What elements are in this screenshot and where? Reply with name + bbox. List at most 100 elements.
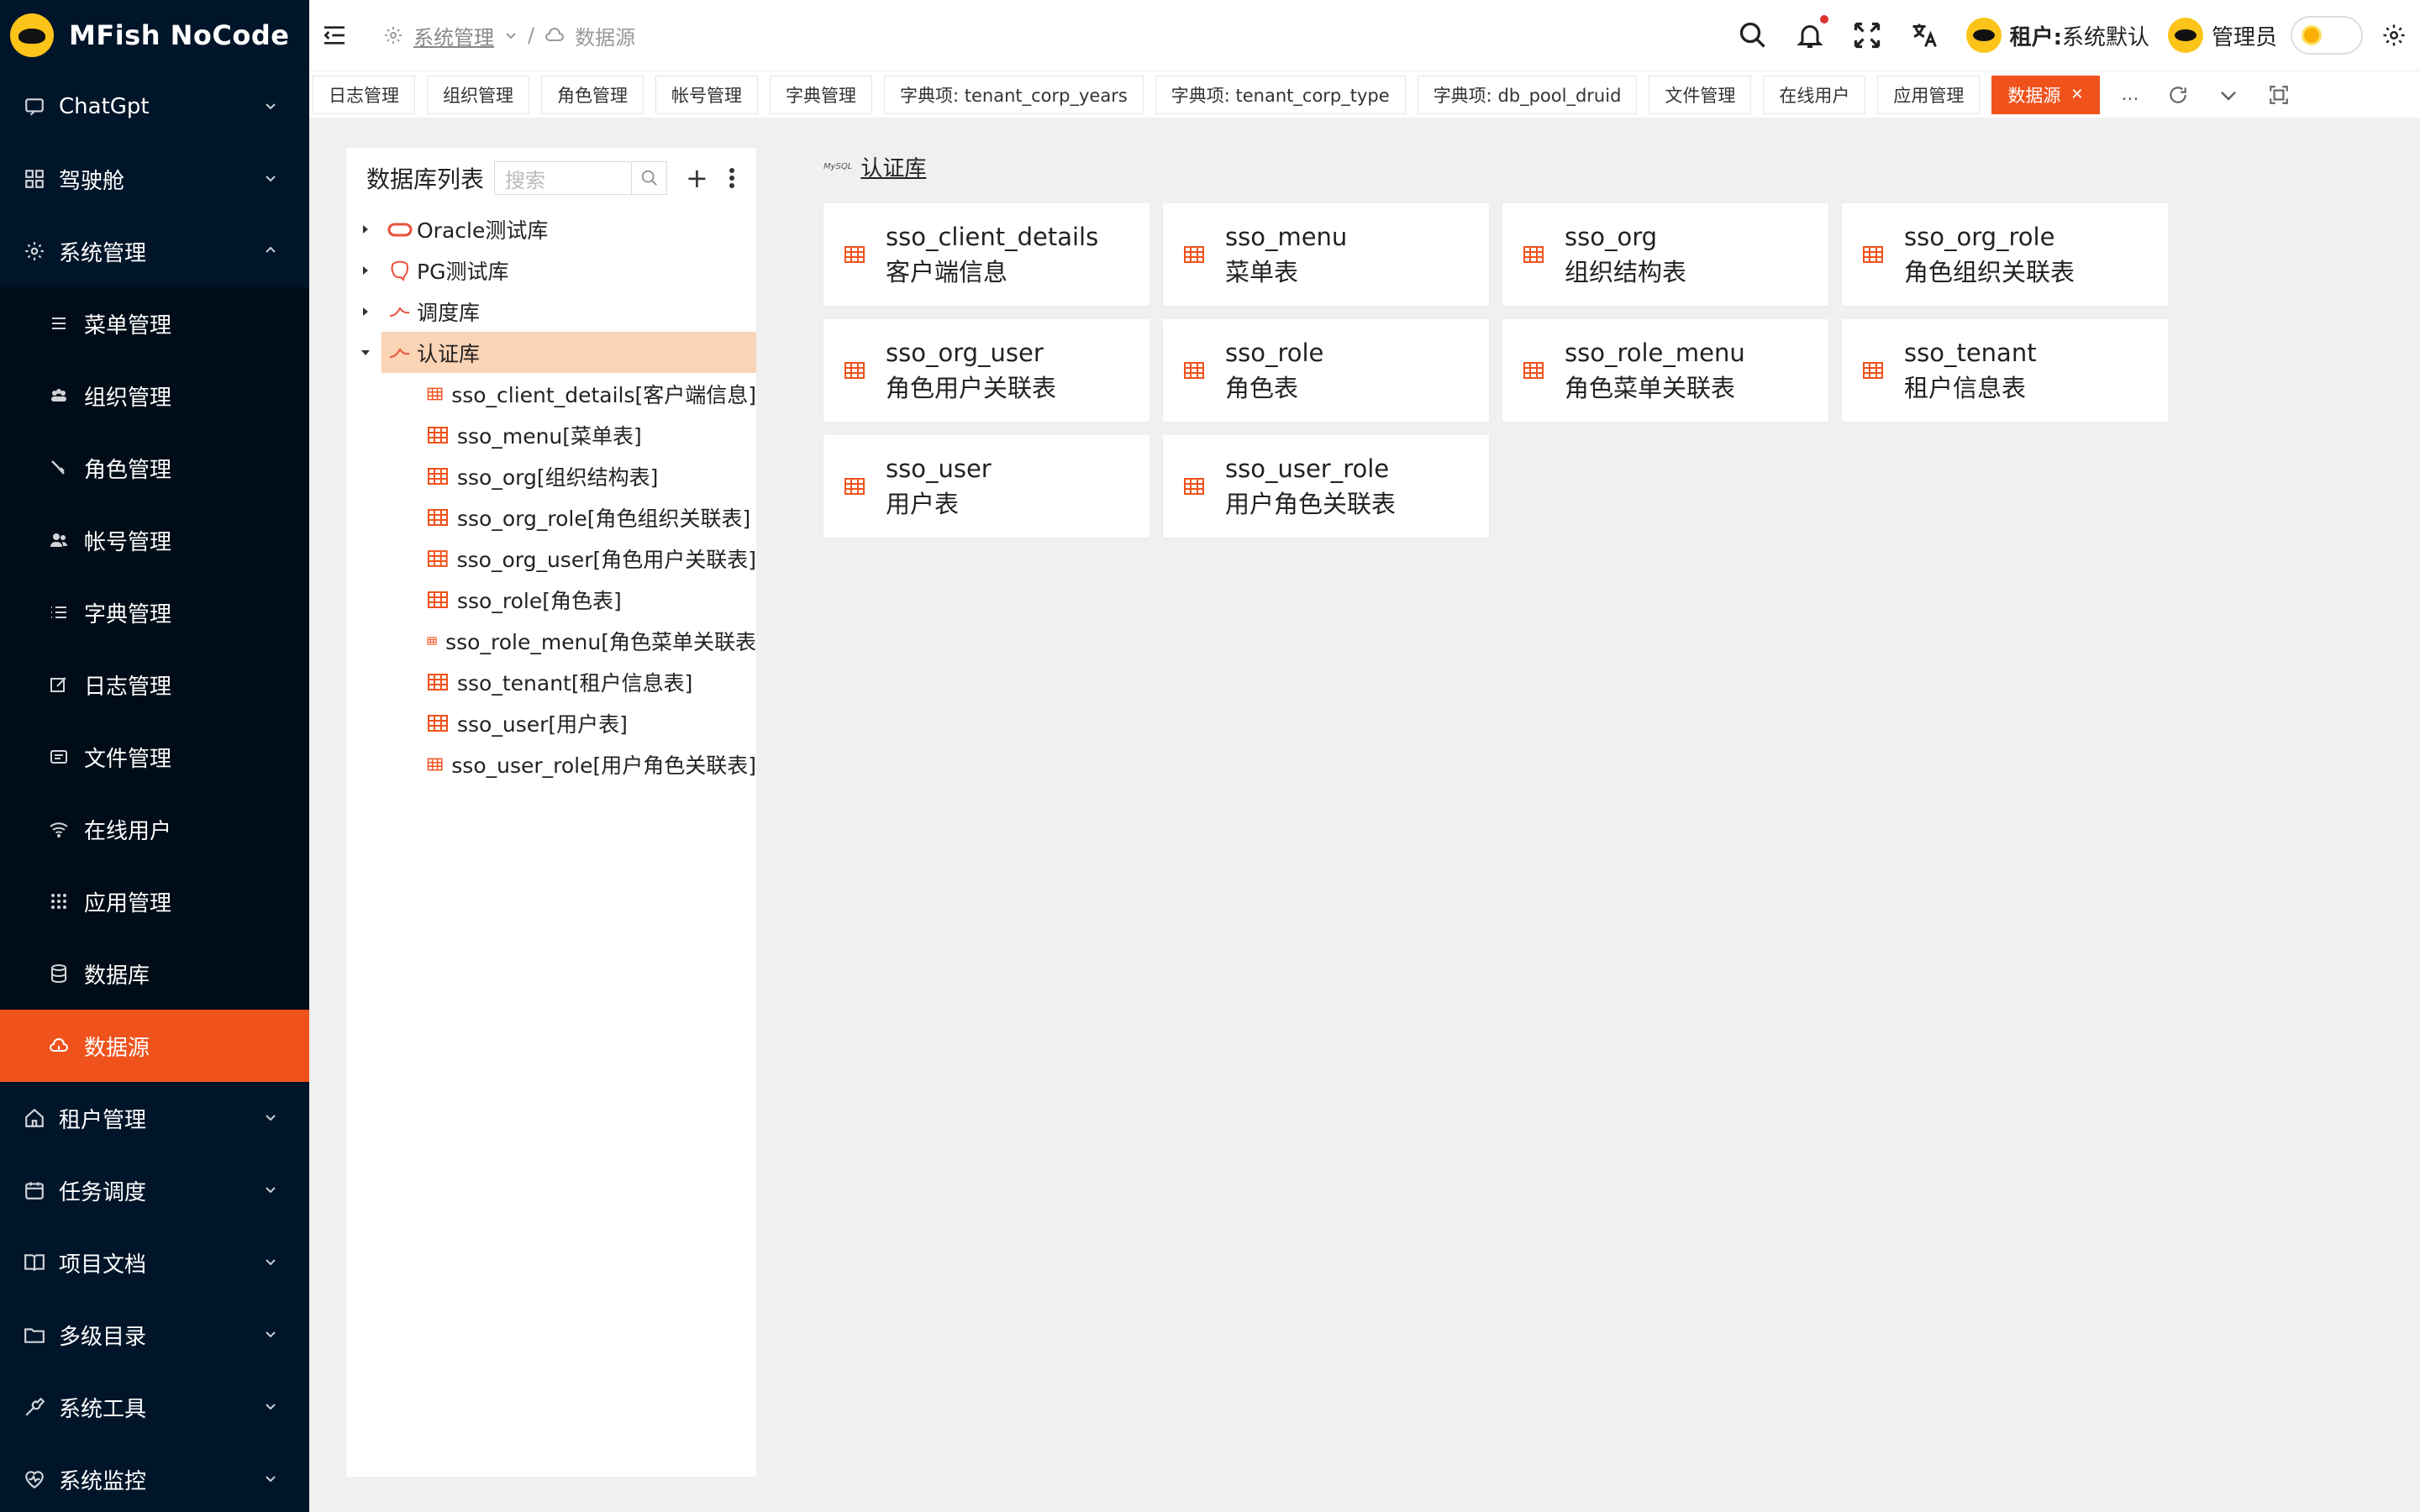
sidebar-item-app-management[interactable]: 应用管理 [0, 865, 309, 937]
table-card[interactable]: sso_menu 菜单表 [1163, 203, 1489, 306]
tab-online-users[interactable]: 在线用户 [1763, 75, 1866, 114]
chevron-down-icon[interactable] [504, 29, 518, 42]
add-database-button[interactable]: + [686, 162, 708, 194]
notification-button[interactable] [1795, 15, 1828, 50]
table-icon [428, 508, 448, 526]
sidebar-item-system-management[interactable]: 系统管理 [0, 215, 309, 287]
tree-node-table[interactable]: sso_role[角色表] [346, 579, 756, 620]
tab-org-management[interactable]: 组织管理 [427, 75, 529, 114]
sidebar-item-tenant-management[interactable]: 租户管理 [0, 1082, 309, 1154]
tree-node-table[interactable]: sso_org[组织结构表] [346, 455, 756, 496]
table-card-desc: 组织结构表 [1565, 258, 1687, 286]
tab-dict-db-pool[interactable]: 字典项: db_pool_druid [1417, 75, 1638, 114]
tabs-more-button[interactable]: ... [2122, 84, 2139, 105]
tree-node-table[interactable]: sso_client_details[客户端信息] [346, 373, 756, 414]
table-card[interactable]: sso_role_menu 角色菜单关联表 [1502, 319, 1828, 422]
tab-dict-corp-type[interactable]: 字典项: tenant_corp_type [1155, 75, 1406, 114]
tree-node-scheduler-db[interactable]: 调度库 [346, 291, 756, 332]
tree-node-label: sso_menu[菜单表] [457, 423, 642, 449]
sidebar-item-log-management[interactable]: 日志管理 [0, 648, 309, 721]
tab-dict-corp-years[interactable]: 字典项: tenant_corp_years [884, 75, 1144, 114]
caret-right-icon[interactable] [360, 306, 371, 318]
more-vertical-icon[interactable] [729, 167, 735, 189]
tree-node-table[interactable]: sso_tenant[租户信息表] [346, 661, 756, 702]
table-card[interactable]: sso_role 角色表 [1163, 319, 1489, 422]
tree-node-auth-db[interactable]: 认证库 [361, 332, 756, 373]
table-card[interactable]: sso_user 用户表 [823, 435, 1150, 538]
tree-node-table[interactable]: sso_role_menu[角色菜单关联表 [346, 620, 756, 661]
tree-node-table[interactable]: sso_org_role[角色组织关联表] [346, 496, 756, 538]
search-input[interactable]: 搜索 [494, 161, 633, 195]
caret-down-icon[interactable] [360, 347, 371, 359]
sidebar-item-menu-management[interactable]: 菜单管理 [0, 287, 309, 360]
tree-node-table[interactable]: sso_user[用户表] [346, 702, 756, 743]
table-card-grid: sso_client_details 客户端信息 sso_menu 菜单表 sso_or… [823, 203, 2168, 538]
caret-right-icon[interactable] [360, 265, 371, 276]
close-icon[interactable]: ✕ [2070, 86, 2083, 103]
mysql-icon [389, 347, 410, 358]
breadcrumb-parent[interactable]: 系统管理 [413, 21, 494, 50]
settings-gear-icon[interactable] [2381, 23, 2407, 48]
datasource-title[interactable]: 认证库 [860, 151, 926, 182]
table-card[interactable]: sso_org 组织结构表 [1502, 203, 1828, 306]
sidebar-item-task-scheduling[interactable]: 任务调度 [0, 1154, 309, 1226]
table-icon [1523, 362, 1544, 379]
sidebar-item-system-tools[interactable]: 系统工具 [0, 1371, 309, 1443]
sidebar-item-file-management[interactable]: 文件管理 [0, 721, 309, 793]
sidebar-item-cockpit[interactable]: 驾驶舱 [0, 143, 309, 215]
apps-icon [51, 894, 66, 909]
tab-file-management[interactable]: 文件管理 [1649, 75, 1752, 114]
search-button[interactable] [632, 161, 668, 195]
app-logo[interactable]: MFish NoCode [0, 0, 309, 71]
tab-account-management[interactable]: 帐号管理 [655, 75, 758, 114]
tree-node-label: Oracle测试库 [417, 218, 549, 243]
sidebar-item-datasource[interactable]: 数据源 [0, 1010, 309, 1082]
fullscreen-icon[interactable] [1852, 20, 1882, 50]
tab-log-management[interactable]: 日志管理 [313, 75, 415, 114]
tab-app-management[interactable]: 应用管理 [1877, 75, 1981, 114]
tenant-info[interactable]: 租户:系统默认 [2010, 20, 2149, 51]
table-card[interactable]: sso_user_role 用户角色关联表 [1163, 435, 1489, 538]
mysql-logo-icon: MySQL [823, 162, 853, 171]
sidebar-item-account-management[interactable]: 帐号管理 [0, 504, 309, 576]
tree-node-table[interactable]: sso_org_user[角色用户关联表] [346, 538, 756, 579]
tab-label: 字典管理 [786, 85, 856, 106]
table-card[interactable]: sso_client_details 客户端信息 [823, 203, 1150, 306]
tree-node-table[interactable]: sso_user_role[用户角色关联表] [346, 743, 756, 785]
search-icon[interactable] [1738, 20, 1768, 50]
tree-node-oracle[interactable]: Oracle测试库 [346, 208, 756, 249]
tab-datasource[interactable]: 数据源 ✕ [1991, 75, 2100, 114]
sidebar-item-org-management[interactable]: 组织管理 [0, 360, 309, 432]
tab-role-management[interactable]: 角色管理 [541, 75, 644, 114]
caret-right-icon[interactable] [360, 223, 371, 235]
oracle-icon [387, 223, 413, 236]
maximize-icon[interactable] [2268, 84, 2290, 106]
theme-toggle[interactable] [2291, 16, 2363, 55]
tenant-value: 系统默认 [2061, 24, 2149, 50]
table-card-name: sso_user [886, 454, 992, 483]
refresh-icon[interactable] [2167, 84, 2189, 106]
sidebar-item-role-management[interactable]: 角色管理 [0, 432, 309, 504]
table-icon [428, 714, 448, 732]
user-avatar[interactable] [2167, 18, 2203, 53]
sidebar-item-online-users[interactable]: 在线用户 [0, 793, 309, 865]
collapse-menu-icon[interactable] [321, 22, 348, 49]
table-card[interactable]: sso_tenant 租户信息表 [1842, 319, 2168, 422]
tree-node-table[interactable]: sso_menu[菜单表] [346, 414, 756, 455]
user-name[interactable]: 管理员 [2212, 20, 2277, 51]
sidebar-item-project-docs[interactable]: 项目文档 [0, 1226, 309, 1299]
table-card[interactable]: sso_org_role 角色组织关联表 [1842, 203, 2168, 306]
tab-label: 字典项: tenant_corp_type [1171, 85, 1390, 106]
tab-dict-management[interactable]: 字典管理 [770, 75, 872, 114]
table-icon [844, 478, 865, 495]
sidebar-item-multi-level-dir[interactable]: 多级目录 [0, 1299, 309, 1371]
sidebar-item-database[interactable]: 数据库 [0, 937, 309, 1010]
sidebar-item-dict-management[interactable]: 字典管理 [0, 576, 309, 648]
table-card[interactable]: sso_org_user 角色用户关联表 [823, 319, 1150, 422]
sidebar-item-system-monitor[interactable]: 系统监控 [0, 1443, 309, 1512]
chevron-down-icon[interactable] [2217, 84, 2239, 106]
sidebar-item-chatgpt[interactable]: ChatGpt [0, 71, 309, 143]
translate-icon[interactable] [1909, 20, 1939, 50]
tree-node-pg[interactable]: PG测试库 [346, 249, 756, 291]
table-card-name: sso_org [1565, 223, 1658, 251]
